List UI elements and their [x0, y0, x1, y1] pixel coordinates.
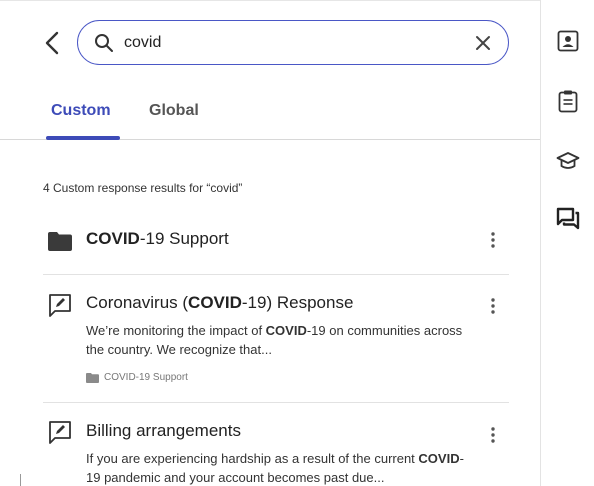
result-folder-row[interactable]: COVID-19 Support	[0, 222, 540, 274]
result-title[interactable]: Coronavirus (COVID-19) Response	[86, 293, 353, 313]
result-title-match: COVID	[188, 293, 242, 312]
more-options-icon[interactable]	[485, 424, 501, 446]
tab-custom[interactable]: Custom	[51, 102, 111, 120]
right-rail	[541, 0, 594, 486]
result-title-rest: -19 Support	[139, 229, 229, 248]
result-description: We’re monitoring the impact of COVID-19 …	[86, 321, 476, 359]
tab-global[interactable]: Global	[149, 102, 199, 120]
search-input[interactable]	[124, 31, 464, 55]
result-folder-tag: COVID-19 Support	[86, 372, 188, 383]
folder-icon	[48, 232, 72, 251]
desc-pre: If you are experiencing hardship as a re…	[86, 451, 419, 466]
result-response-row[interactable]: Coronavirus (COVID-19) Response We’re mo…	[0, 287, 540, 401]
search-box	[77, 20, 509, 65]
top-divider	[0, 0, 540, 1]
result-divider	[43, 274, 509, 275]
search-panel: Custom Global 4 Custom response results …	[0, 0, 541, 486]
scroll-marker	[20, 474, 21, 486]
desc-match: COVID	[265, 323, 307, 338]
result-response-row[interactable]: Billing arrangements If you are experien…	[0, 415, 540, 486]
contact-card-icon[interactable]	[556, 29, 580, 53]
clear-search-icon[interactable]	[472, 32, 494, 54]
more-options-icon[interactable]	[485, 229, 501, 251]
result-description: If you are experiencing hardship as a re…	[86, 449, 476, 486]
result-title-match: COVID	[86, 229, 140, 248]
response-note-icon	[49, 421, 71, 444]
back-chevron-icon[interactable]	[38, 28, 68, 58]
small-folder-icon	[86, 373, 99, 383]
result-divider	[43, 402, 509, 403]
chat-bubbles-icon[interactable]	[556, 207, 580, 231]
clipboard-icon[interactable]	[556, 89, 580, 113]
result-title-pre: Coronavirus (	[86, 293, 189, 312]
folder-tag-label: COVID-19 Support	[104, 372, 188, 383]
results-summary: 4 Custom response results for “covid”	[43, 181, 243, 195]
tab-bar: Custom Global	[0, 90, 540, 140]
desc-pre: We’re monitoring the impact of	[86, 323, 266, 338]
active-tab-indicator	[46, 136, 120, 140]
desc-match: COVID	[418, 451, 460, 466]
result-title[interactable]: Billing arrangements	[86, 421, 241, 441]
result-title-post: -19) Response	[241, 293, 354, 312]
search-icon	[95, 34, 113, 52]
result-title[interactable]: COVID-19 Support	[86, 229, 229, 249]
graduation-cap-icon[interactable]	[556, 149, 580, 173]
response-note-icon	[49, 294, 71, 317]
more-options-icon[interactable]	[485, 295, 501, 317]
